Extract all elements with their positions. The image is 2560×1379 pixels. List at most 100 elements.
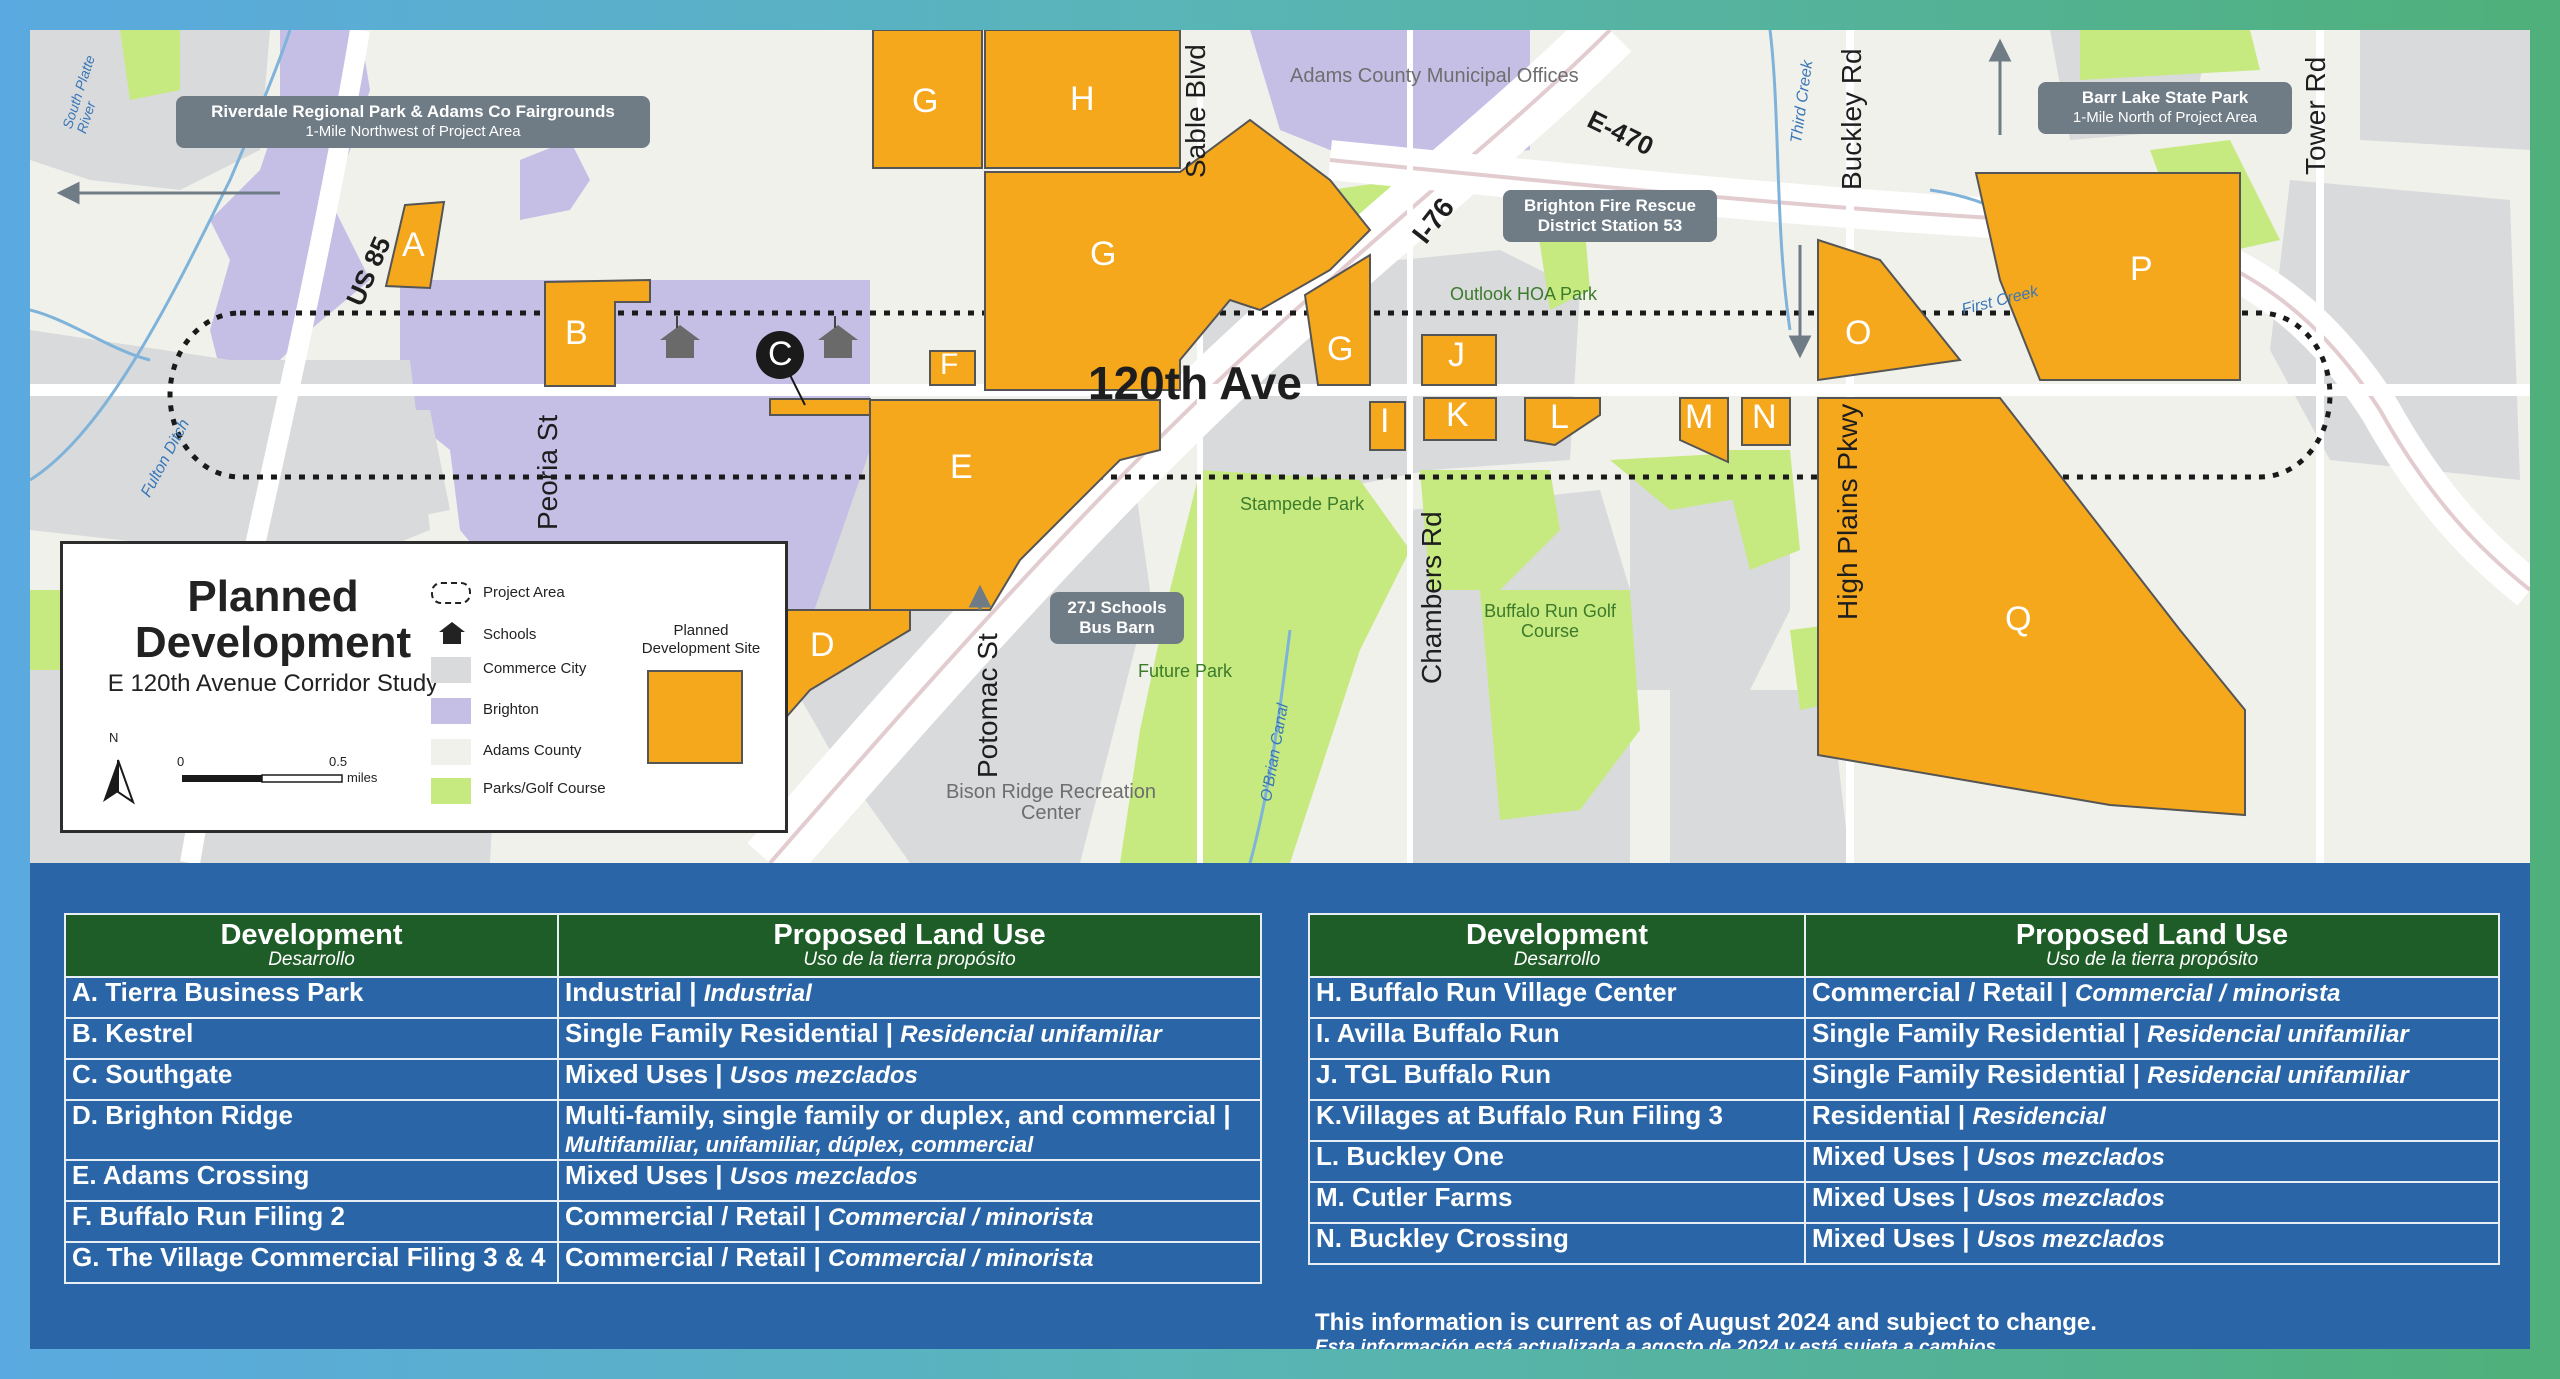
disclaimer-note: This information is current as of August… (1315, 1309, 2097, 1349)
dev-cell: E. Adams Crossing (64, 1159, 559, 1202)
dev-cell: G. The Village Commercial Filing 3 & 4 (64, 1241, 559, 1284)
table-row: N. Buckley Crossing Mixed Uses | Usos mez… (1308, 1222, 2500, 1265)
north-label: N (109, 730, 119, 745)
label-bison-ridge: Bison Ridge Recreation Center (945, 781, 1157, 824)
table-header-row: Development Desarrollo Proposed Land Use U… (1308, 913, 2500, 978)
site-label-g-east: G (1327, 330, 1354, 368)
map-legend: Planned Development E 120th Avenue Corri… (60, 541, 788, 833)
school-legend-icon (439, 622, 465, 644)
north-arrow-icon (103, 759, 135, 805)
use-cell: Mixed Uses | Usos mezclados (557, 1058, 1262, 1101)
disclaimer-es: Esta información está actualizada a agos… (1315, 1337, 2002, 1349)
site-label-f: F (940, 348, 959, 381)
site-label-k: K (1446, 396, 1469, 434)
legend-commerce-city: Commerce City (483, 660, 587, 677)
table-row: E. Adams Crossing Mixed Uses | Usos mezcl… (64, 1159, 1262, 1202)
use-cell: Mixed Uses | Usos mezclados (1804, 1181, 2500, 1224)
tables-panel: Development Desarrollo Proposed Land Use U… (30, 863, 2530, 1349)
callout-bus-title: 27J Schools (1067, 598, 1167, 617)
legend-parks: Parks/Golf Course (483, 780, 606, 797)
header-development: Development Desarrollo (1308, 913, 1806, 978)
use-cell: Single Family Residential | Residencial … (1804, 1017, 2500, 1060)
label-future-park: Future Park (1138, 661, 1233, 681)
table-row: L. Buckley One Mixed Uses | Usos mezclado… (1308, 1140, 2500, 1183)
site-label-o: O (1845, 314, 1872, 352)
legend-swatch-commerce (431, 657, 471, 683)
disclaimer-en: This information is current as of August… (1315, 1309, 2097, 1336)
callout-fire-sub: District Station 53 (1537, 216, 1683, 235)
table-row: K.Villages at Buffalo Run Filing 3 Reside… (1308, 1099, 2500, 1142)
use-cell: Single Family Residential | Residencial … (1804, 1058, 2500, 1101)
legend-swatch-brighton (431, 698, 471, 724)
label-chambers-rd: Chambers Rd (1416, 511, 1447, 684)
legend-adams-county: Adams County (483, 742, 582, 759)
development-table-left: Development Desarrollo Proposed Land Use U… (64, 913, 1262, 1284)
dev-cell: K.Villages at Buffalo Run Filing 3 (1308, 1099, 1806, 1142)
site-label-m: M (1685, 398, 1714, 436)
dev-cell: J. TGL Buffalo Run (1308, 1058, 1806, 1101)
site-label-b: B (565, 314, 588, 352)
label-120th-ave: 120th Ave (1088, 357, 1302, 409)
label-peoria-st: Peoria St (532, 414, 563, 530)
callout-barr-title: Barr Lake State Park (2081, 88, 2249, 107)
use-cell: Mixed Uses | Usos mezclados (1804, 1140, 2500, 1183)
use-cell: Multi-family, single family or duplex, a… (557, 1099, 1262, 1161)
legend-swatch-parks (431, 778, 471, 804)
callout-bus-sub: Bus Barn (1079, 618, 1155, 637)
dev-cell: B. Kestrel (64, 1017, 559, 1060)
site-label-n: N (1752, 398, 1777, 436)
site-label-p: P (2130, 250, 2153, 288)
dev-cell: I. Avilla Buffalo Run (1308, 1017, 1806, 1060)
scale-unit: miles (347, 770, 378, 785)
use-cell: Commercial / Retail | Commercial / minor… (557, 1241, 1262, 1284)
dev-cell: N. Buckley Crossing (1308, 1222, 1806, 1265)
site-label-j: J (1448, 336, 1465, 374)
label-outlook-park: Outlook HOA Park (1450, 284, 1598, 304)
legend-subtitle: E 120th Avenue Corridor Study (107, 670, 439, 697)
dev-cell: A. Tierra Business Park (64, 976, 559, 1019)
scale-zero: 0 (177, 754, 185, 769)
dev-cell: D. Brighton Ridge (64, 1099, 559, 1161)
dev-cell: C. Southgate (64, 1058, 559, 1101)
legend-site-label: Planned Development Site (641, 622, 761, 657)
site-label-a: A (402, 226, 425, 264)
use-cell: Commercial / Retail | Commercial / minor… (1804, 976, 2500, 1019)
map-figure: A B C D E F G H G G I J K L M N O P Q 12… (30, 30, 2530, 1349)
dev-cell: F. Buffalo Run Filing 2 (64, 1200, 559, 1243)
label-potomac-st: Potomac St (972, 633, 1003, 778)
site-label-q: Q (2005, 600, 2032, 638)
callout-fire-title: Brighton Fire Rescue (1524, 196, 1696, 215)
dev-cell: H. Buffalo Run Village Center (1308, 976, 1806, 1019)
development-table-right: Development Desarrollo Proposed Land Use U… (1308, 913, 2500, 1265)
site-c (769, 398, 871, 416)
table-row: F. Buffalo Run Filing 2 Commercial / Reta… (64, 1200, 1262, 1243)
legend-swatch-project-area (431, 582, 471, 604)
label-high-plains-pkwy: High Plains Pkwy (1832, 403, 1863, 620)
label-tower-rd: Tower Rd (2300, 56, 2331, 175)
callout-barr-lake: Barr Lake State Park 1-Mile North of Pro… (2038, 82, 2292, 134)
site-label-e: E (950, 448, 973, 486)
table-row: B. Kestrel Single Family Residential | Re… (64, 1017, 1262, 1060)
label-buckley-rd: Buckley Rd (1836, 48, 1867, 190)
legend-swatch-site (647, 670, 743, 764)
header-land-use: Proposed Land Use Uso de la tierra propós… (557, 913, 1262, 978)
dev-cell: M. Cutler Farms (1308, 1181, 1806, 1224)
site-label-h: H (1070, 80, 1095, 118)
header-land-use: Proposed Land Use Uso de la tierra propós… (1804, 913, 2500, 978)
table-row: G. The Village Commercial Filing 3 & 4 Co… (64, 1241, 1262, 1284)
table-row: M. Cutler Farms Mixed Uses | Usos mezclad… (1308, 1181, 2500, 1224)
use-cell: Industrial | Industrial (557, 976, 1262, 1019)
label-golf-course: Buffalo Run Golf Course (1484, 601, 1616, 641)
table-row: A. Tierra Business Park Industrial | Indu… (64, 976, 1262, 1019)
use-cell: Residential | Residencial (1804, 1099, 2500, 1142)
site-label-i: I (1380, 402, 1390, 440)
callout-bus-barn: 27J Schools Bus Barn (1050, 592, 1184, 644)
site-label-c: C (768, 335, 793, 373)
header-development: Development Desarrollo (64, 913, 559, 978)
site-label-g-main: G (1090, 235, 1117, 273)
site-label-l: L (1550, 398, 1569, 436)
scale-bar-icon (182, 774, 343, 783)
callout-riverdale: Riverdale Regional Park & Adams Co Fairg… (176, 96, 650, 148)
label-sable-blvd: Sable Blvd (1180, 44, 1211, 178)
callout-riverdale-title: Riverdale Regional Park & Adams Co Fairg… (211, 102, 615, 121)
